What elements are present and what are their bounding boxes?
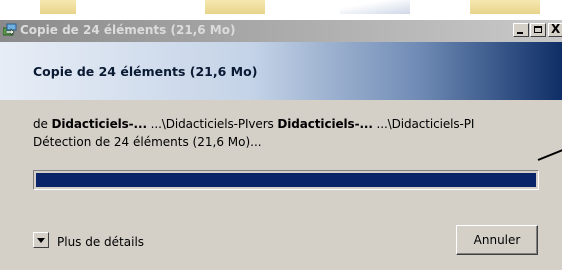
progress-bar-fill	[36, 173, 536, 187]
transfer-status-text: Détection de 24 éléments (21,6 Mo)...	[33, 135, 262, 149]
destination-folder-link[interactable]: Didacticiels-...	[277, 117, 373, 131]
dialog-header: Copie de 24 éléments (21,6 Mo)	[0, 42, 562, 100]
annotation-line	[537, 147, 562, 161]
chevron-down-icon	[37, 238, 45, 243]
window-title: Copie de 24 éléments (21,6 Mo)	[20, 23, 236, 37]
close-button[interactable]: X	[548, 22, 562, 37]
close-icon: X	[551, 22, 561, 36]
dialog-heading: Copie de 24 éléments (21,6 Mo)	[33, 64, 258, 79]
maximize-icon	[534, 26, 542, 33]
dialog-body: de Didacticiels-... ...\Didacticiels-PIv…	[0, 100, 562, 270]
copy-dialog-screen: Copie de 24 éléments (21,6 Mo) X Copie d…	[0, 0, 562, 270]
desktop-thumbnail	[40, 0, 76, 14]
desktop-thumbnail	[340, 0, 410, 14]
desktop-background-strip	[0, 0, 562, 20]
more-details-label[interactable]: Plus de détails	[57, 235, 144, 249]
transfer-source-destination: de Didacticiels-... ...\Didacticiels-PIv…	[33, 117, 474, 131]
transfer-from-label: de	[33, 117, 52, 131]
cancel-button[interactable]: Annuler	[456, 225, 538, 255]
source-folder-link[interactable]: Didacticiels-...	[52, 117, 148, 131]
destination-folder-path: ...\Didacticiels-PI	[372, 117, 475, 131]
window-title-bar[interactable]: Copie de 24 éléments (21,6 Mo) X	[0, 20, 562, 42]
desktop-thumbnail	[470, 0, 540, 14]
copy-progress-bar	[33, 170, 539, 190]
source-folder-path: ...\Didacticiels-PI	[146, 117, 249, 131]
transfer-to-label: vers	[248, 117, 278, 131]
minimize-icon	[517, 32, 523, 34]
copy-files-icon	[3, 23, 17, 36]
maximize-button[interactable]	[530, 23, 546, 37]
minimize-button[interactable]	[513, 23, 529, 37]
desktop-thumbnail	[205, 0, 265, 14]
more-details-toggle[interactable]	[33, 232, 49, 248]
